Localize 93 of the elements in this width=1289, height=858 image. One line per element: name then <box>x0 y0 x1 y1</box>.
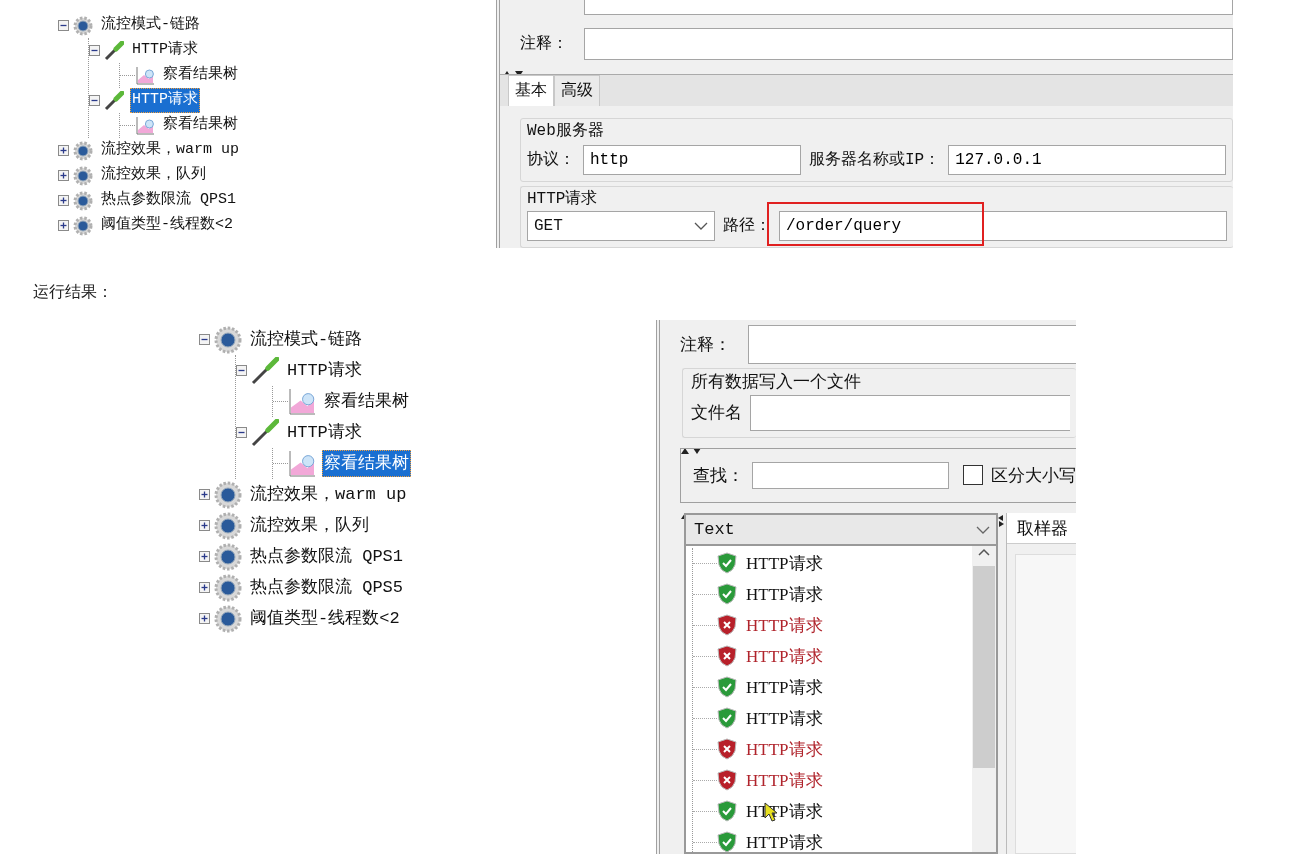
tab[interactable]: 取样器 <box>1007 513 1076 545</box>
splitter-icon[interactable] <box>998 515 1004 528</box>
dropper-icon <box>104 40 124 61</box>
expand-toggle-icon[interactable] <box>58 220 69 231</box>
tree-item[interactable]: HTTP请求 <box>285 356 364 385</box>
tree-item[interactable]: 察看结果树 <box>161 113 240 138</box>
result-item[interactable]: HTTP请求 <box>746 767 823 794</box>
chart-icon <box>135 65 155 86</box>
expand-toggle-icon[interactable] <box>199 551 210 562</box>
gear-icon <box>73 140 93 161</box>
comment-field[interactable] <box>748 325 1076 364</box>
tree-item[interactable]: HTTP请求 <box>285 418 364 447</box>
tab[interactable]: 基本 <box>508 75 554 106</box>
tree-item[interactable]: 阈值类型-线程数<2 <box>248 604 402 633</box>
gear-icon <box>214 325 242 354</box>
scrollbar-thumb[interactable] <box>973 565 995 768</box>
tree-item[interactable]: 流控效果，队列 <box>248 511 371 540</box>
field-label: 注释： <box>519 33 569 55</box>
tree-item[interactable]: 热点参数限流 QPS5 <box>248 573 405 602</box>
field-label: 路径： <box>723 216 771 237</box>
field-label: 注释： <box>679 332 732 356</box>
tree-item[interactable]: 流控效果，warm up <box>248 480 409 509</box>
tree-item[interactable]: 热点参数限流 QPS1 <box>99 188 238 213</box>
gear-icon <box>214 511 242 540</box>
chevron-down-icon <box>694 222 708 230</box>
expand-toggle-icon[interactable] <box>58 170 69 181</box>
expand-toggle-icon[interactable] <box>199 489 210 500</box>
expand-toggle-icon[interactable] <box>199 582 210 593</box>
gear-icon <box>73 215 93 236</box>
tree-item[interactable]: 流控模式-链路 <box>99 13 202 38</box>
dropper-icon <box>251 418 279 447</box>
comment-field[interactable] <box>584 28 1233 60</box>
expand-toggle-icon[interactable] <box>199 613 210 624</box>
chart-icon <box>135 115 155 136</box>
method-dropdown[interactable]: GET <box>527 211 715 241</box>
tree-item[interactable]: 察看结果树 <box>322 387 411 416</box>
tab[interactable]: 高级 <box>554 75 600 106</box>
tree-item[interactable]: 流控效果，warm up <box>99 138 241 163</box>
renderer-dropdown[interactable]: Text <box>686 515 996 546</box>
checkbox-label: 区分大小写 <box>991 463 1076 487</box>
gear-icon <box>73 165 93 186</box>
checkbox[interactable] <box>963 465 983 486</box>
protocol-field[interactable]: http <box>583 145 801 175</box>
result-item[interactable]: HTTP请求 <box>746 643 823 670</box>
tree-item[interactable]: HTTP请求 <box>130 88 200 113</box>
gear-icon <box>214 604 242 633</box>
tree-item[interactable]: 察看结果树 <box>322 449 411 478</box>
collapse-toggle-icon[interactable] <box>58 20 69 31</box>
tree-item[interactable]: 热点参数限流 QPS1 <box>248 542 405 571</box>
gear-icon <box>214 542 242 571</box>
server-field[interactable]: 127.0.0.1 <box>948 145 1226 175</box>
dropper-icon <box>104 90 124 111</box>
collapse-toggle-icon[interactable] <box>236 427 247 438</box>
caption: 运行结果： <box>33 281 114 303</box>
result-item[interactable]: HTTP请求 <box>746 736 823 763</box>
expand-toggle-icon[interactable] <box>58 145 69 156</box>
result-item[interactable]: HTTP请求 <box>746 581 823 608</box>
result-item[interactable]: HTTP请求 <box>746 674 823 701</box>
field-label: 文件名 <box>691 400 742 424</box>
field-label: 查找： <box>693 463 744 487</box>
result-item[interactable]: HTTP请求 <box>746 829 823 852</box>
chart-icon <box>288 387 316 416</box>
result-item[interactable]: HTTP请求 <box>746 550 823 577</box>
gear-icon <box>73 15 93 36</box>
input-field[interactable] <box>584 0 1233 15</box>
splitter-icon[interactable] <box>680 446 702 455</box>
tree-item[interactable]: 流控效果，队列 <box>99 163 208 188</box>
chevron-down-icon <box>976 525 990 534</box>
collapse-toggle-icon[interactable] <box>89 45 100 56</box>
dropper-icon <box>251 356 279 385</box>
result-item[interactable]: HTTP请求 <box>746 612 823 639</box>
result-item[interactable]: HTTP请求 <box>746 705 823 732</box>
gear-icon <box>214 480 242 509</box>
tree-item[interactable]: HTTP请求 <box>130 38 200 63</box>
filename-field[interactable] <box>750 394 1070 431</box>
gear-icon <box>214 573 242 602</box>
collapse-toggle-icon[interactable] <box>89 95 100 106</box>
path-field[interactable]: /order/query <box>779 211 1227 241</box>
group-title: HTTP请求 <box>527 189 599 210</box>
group-title: 所有数据写入一个文件 <box>691 370 862 393</box>
chart-icon <box>288 449 316 478</box>
collapse-toggle-icon[interactable] <box>199 334 210 345</box>
group-title: Web服务器 <box>527 121 605 142</box>
gear-icon <box>73 190 93 211</box>
expand-toggle-icon[interactable] <box>58 195 69 206</box>
tree-item[interactable]: 察看结果树 <box>161 63 240 88</box>
tree-item[interactable]: 流控模式-链路 <box>248 325 365 354</box>
expand-toggle-icon[interactable] <box>199 520 210 531</box>
field-label: 协议： <box>527 149 575 171</box>
collapse-toggle-icon[interactable] <box>236 365 247 376</box>
field-label: 服务器名称或IP： <box>809 150 941 171</box>
search-field[interactable] <box>752 462 949 489</box>
tree-item[interactable]: 阈值类型-线程数<2 <box>99 213 235 238</box>
